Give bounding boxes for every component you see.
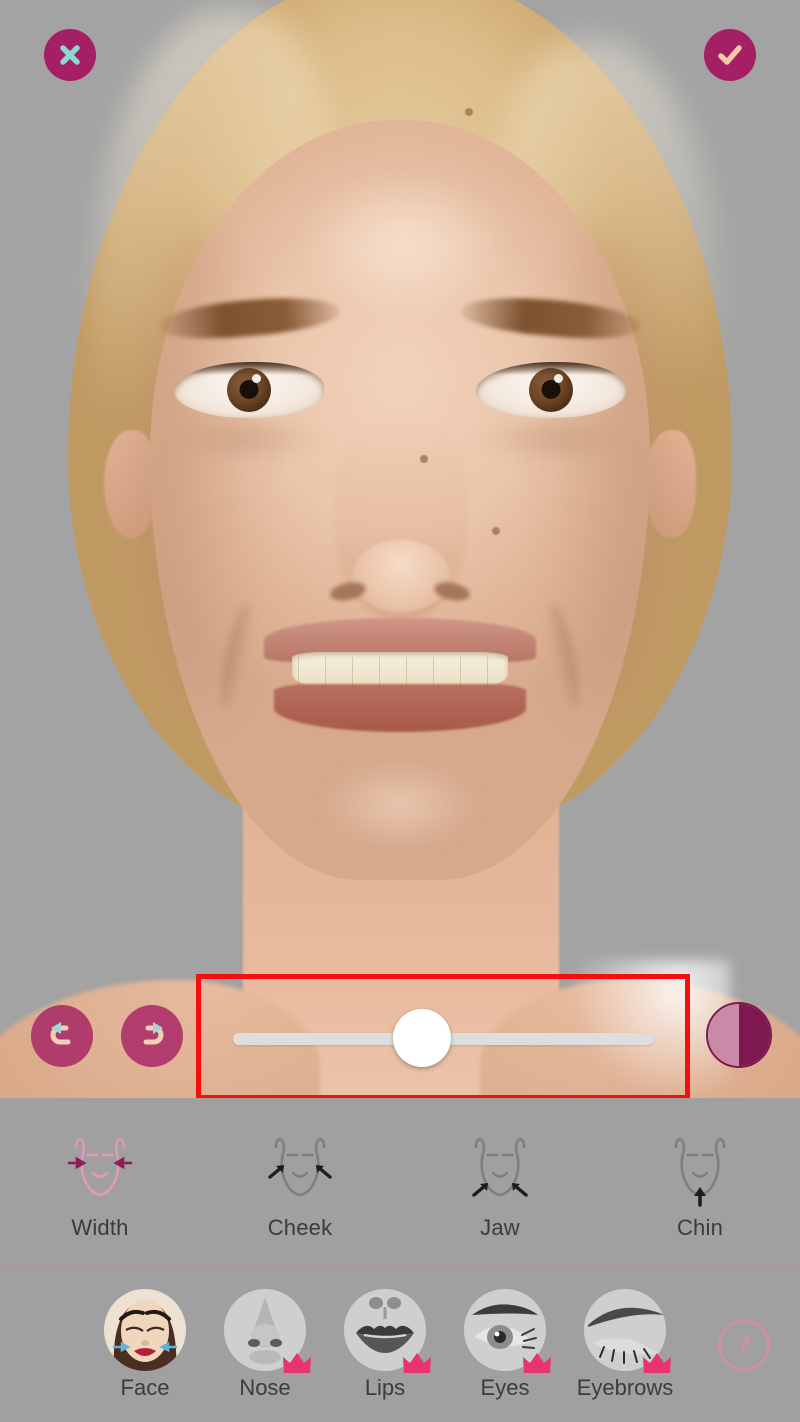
- redo-button[interactable]: [121, 1005, 183, 1067]
- slider-thumb[interactable]: [393, 1009, 452, 1067]
- undereye-shadow-right: [474, 415, 634, 463]
- sub-tool-label: Jaw: [480, 1214, 520, 1240]
- app-root: Width Cheek Jaw Chin Face Nose Lips Eyes…: [0, 0, 800, 1422]
- premium-crown-icon: [643, 1352, 671, 1373]
- mouth: [264, 618, 536, 736]
- lips-thumbnail-icon: [344, 1288, 431, 1373]
- sub-tool-width[interactable]: Width: [0, 1098, 200, 1265]
- face-width-arrows-icon: [67, 1137, 133, 1196]
- sub-tool-chin[interactable]: Chin: [600, 1098, 800, 1265]
- skin-mole: [465, 108, 473, 116]
- help-button[interactable]: ?: [718, 1318, 770, 1371]
- nav-item-nose[interactable]: Nose: [224, 1288, 311, 1401]
- eye-glint-right: [554, 374, 563, 383]
- eyelash-left: [174, 362, 324, 375]
- nav-item-label: Eyes: [480, 1374, 530, 1400]
- check-icon: [718, 45, 742, 65]
- sub-tool-jaw[interactable]: Jaw: [400, 1098, 600, 1265]
- sub-tool-cheek[interactable]: Cheek: [200, 1098, 400, 1265]
- sub-tool-label: Cheek: [267, 1214, 333, 1240]
- face-tools-toolbar: Width Cheek Jaw Chin: [0, 1098, 800, 1265]
- portrait-photo: [0, 0, 800, 1098]
- compare-button[interactable]: [706, 1002, 772, 1068]
- nose-thumbnail-icon: [224, 1288, 311, 1373]
- forehead-highlight: [300, 170, 510, 320]
- eye-left: [174, 362, 324, 418]
- nose-tip: [352, 540, 450, 612]
- slider-toolbar: [0, 975, 800, 1097]
- close-button[interactable]: [44, 29, 96, 81]
- face-chin-arrow-icon: [674, 1137, 726, 1207]
- half-circle-dark-half: [739, 1004, 770, 1066]
- undo-arrow-icon: [50, 1022, 71, 1045]
- skin-mole: [492, 527, 500, 535]
- face-thumbnail-icon: [104, 1288, 186, 1371]
- skin-mole: [420, 455, 428, 463]
- chin-highlight: [320, 760, 480, 850]
- lower-lip: [274, 684, 526, 732]
- slider-container[interactable]: [197, 975, 690, 1097]
- bottom-navigation: Face Nose Lips Eyes Eyebrows ?: [0, 1267, 800, 1422]
- eye-thumbnail-icon: [464, 1288, 551, 1373]
- nav-item-label: Face: [120, 1374, 170, 1400]
- nav-item-list: Face Nose Lips Eyes Eyebrows: [0, 1288, 718, 1401]
- apply-button[interactable]: [704, 29, 756, 81]
- nav-item-eyes[interactable]: Eyes: [464, 1288, 551, 1401]
- face-cheek-arrows-icon: [268, 1137, 332, 1196]
- eyelash-right: [476, 362, 626, 375]
- redo-arrow-icon: [143, 1022, 164, 1045]
- nav-item-label: Eyebrows: [576, 1374, 674, 1400]
- eye-right: [476, 362, 626, 418]
- nav-item-lips[interactable]: Lips: [344, 1288, 431, 1401]
- nav-item-eyebrows[interactable]: Eyebrows: [577, 1288, 673, 1401]
- help-question-icon: ?: [736, 1327, 752, 1361]
- nav-item-label: Lips: [364, 1374, 406, 1400]
- half-circle-light-half: [708, 1004, 739, 1066]
- sub-tool-label: Width: [71, 1214, 129, 1240]
- premium-crown-icon: [283, 1352, 311, 1373]
- face-jaw-arrows-icon: [472, 1137, 528, 1197]
- nav-item-face[interactable]: Face: [104, 1288, 186, 1401]
- close-x-icon: [60, 45, 80, 65]
- sub-tool-label: Chin: [676, 1214, 724, 1240]
- premium-crown-icon: [523, 1352, 551, 1373]
- nav-item-label: Nose: [239, 1374, 291, 1400]
- eyebrow-thumbnail-icon: [584, 1288, 671, 1373]
- undereye-shadow-left: [166, 415, 326, 463]
- undo-button[interactable]: [31, 1005, 93, 1067]
- photo-canvas[interactable]: [0, 0, 800, 1098]
- eye-glint-left: [252, 374, 261, 383]
- premium-crown-icon: [403, 1352, 431, 1373]
